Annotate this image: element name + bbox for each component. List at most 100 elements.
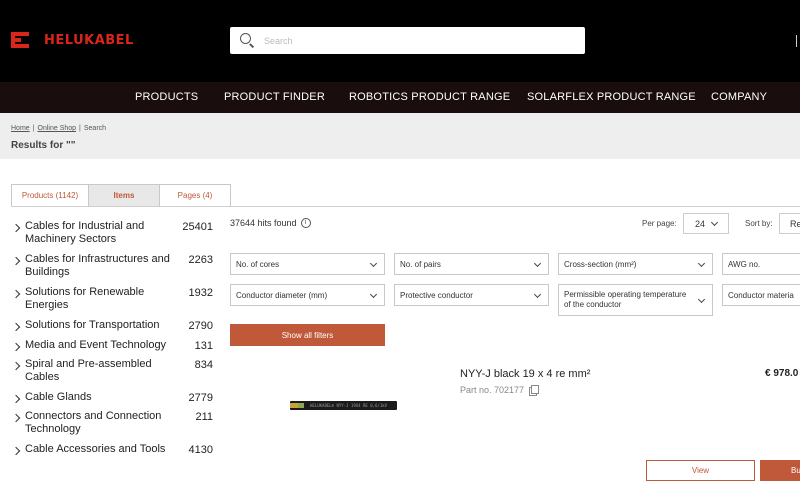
part-number: Part no. 702177 [460,385,540,396]
logo-mark-icon [11,32,29,48]
cable-core [290,403,298,408]
chevron-right-icon [11,322,25,334]
cable-core [298,403,304,408]
chevron-down-icon [533,290,542,299]
category-name: Solutions for Transportation [25,319,160,331]
filter-label: Protective conductor [400,290,473,300]
category-name: Cable Accessories and Tools [25,443,166,455]
nav-solarflex-product-range[interactable]: SOLARFLEX PRODUCT RANGE [527,91,696,103]
chevron-down-icon [533,259,542,268]
nav-company[interactable]: COMPANY [711,91,767,103]
category-item[interactable]: Cables for Industrial and Machinery Sect… [11,220,216,253]
filter-conductor-material[interactable]: Conductor materia [722,284,800,306]
main-nav: PRODUCTS PRODUCT FINDER ROBOTICS PRODUCT… [0,82,800,113]
filter-label: Conductor materia [728,290,794,300]
chevron-right-icon [11,413,25,425]
category-name: Spiral and Pre-assembled Cables [25,358,152,383]
tab-items[interactable]: Items [88,184,160,207]
search-box[interactable] [230,27,585,54]
sort-value: Re [790,218,800,229]
filter-protective-conductor[interactable]: Protective conductor [394,284,549,306]
filter-cross-section[interactable]: Cross-section (mm²) [558,253,713,275]
chevron-right-icon [11,223,25,235]
category-item[interactable]: Connectors and Connection Technology 211 [11,410,216,443]
hits-text: 37644 hits found [230,218,297,228]
category-list: Cables for Industrial and Machinery Sect… [11,220,216,462]
product-price: € 978.0 [765,368,799,379]
chevron-down-icon [369,290,378,299]
tab-products[interactable]: Products (1142) [11,184,89,207]
sort-by-label: Sort by: [745,219,773,228]
nav-products[interactable]: PRODUCTS [135,91,198,103]
breadcrumb-separator: | [32,125,35,132]
brand-name: HELUKABEL [44,32,134,48]
part-number-text: Part no. 702177 [460,385,525,395]
copy-icon[interactable] [529,385,540,396]
product-image[interactable]: HELUKABEL® NYY-J 19X4 RE 0,6/1kV [290,401,397,410]
breadcrumb-bar: Home | Online Shop | Search Results for "" [0,113,800,159]
category-count: 25401 [182,221,213,233]
category-item[interactable]: Spiral and Pre-assembled Cables 834 [11,358,216,391]
breadcrumb-separator: | [79,125,81,132]
search-input[interactable] [264,35,564,46]
category-item[interactable]: Cables for Infrastructures and Buildings… [11,253,216,286]
search-icon[interactable] [236,27,264,54]
chevron-right-icon [11,256,25,268]
filter-conductor-diameter[interactable]: Conductor diameter (mm) [230,284,385,306]
nav-robotics-product-range[interactable]: ROBOTICS PRODUCT RANGE [349,91,510,103]
chevron-right-icon [11,394,25,406]
category-count: 131 [194,340,213,352]
category-count: 4130 [188,444,213,456]
breadcrumb-online-shop[interactable]: Online Shop [38,125,77,132]
filter-label: Conductor diameter (mm) [236,290,328,300]
chevron-down-icon [369,259,378,268]
category-name: Cable Glands [25,391,92,403]
product-name[interactable]: NYY-J black 19 x 4 re mm² [460,368,590,380]
tabs-divider [11,206,800,207]
per-page-value: 24 [695,218,706,229]
category-count: 1932 [188,287,213,299]
filter-operating-temperature[interactable]: Permissible operating temperature of the… [558,284,713,316]
category-item[interactable]: Cable Glands 2779 [11,391,216,410]
chevron-right-icon [11,361,25,373]
category-count: 2779 [188,392,213,404]
info-icon[interactable]: i [300,218,311,228]
category-count: 211 [195,411,213,423]
tab-pages[interactable]: Pages (4) [159,184,231,207]
nav-product-finder[interactable]: PRODUCT FINDER [224,91,325,103]
show-all-filters-button[interactable]: Show all filters [230,324,385,346]
user-icon[interactable] [796,35,800,47]
category-count: 2263 [188,254,213,266]
category-name: Connectors and Connection Technology [25,410,162,435]
category-name: Cables for Infrastructures and Buildings [25,253,170,278]
filter-label: AWG no. [728,259,761,269]
filter-awg-no[interactable]: AWG no. [722,253,800,275]
category-item[interactable]: Media and Event Technology 131 [11,339,216,358]
filter-label: No. of cores [236,259,280,269]
breadcrumb-current: Search [83,125,107,132]
sort-select[interactable]: Re [779,213,800,234]
chevron-down-icon [710,218,719,226]
view-button[interactable]: View [646,460,755,481]
filter-label: Cross-section (mm²) [564,259,637,269]
category-item[interactable]: Solutions for Renewable Energies 1932 [11,286,216,319]
chevron-right-icon [11,289,25,301]
chevron-right-icon [11,446,25,458]
page-title: Results for "" [11,140,76,151]
category-item[interactable]: Solutions for Transportation 2790 [11,319,216,339]
breadcrumb: Home | Online Shop | Search [11,125,106,132]
category-count: 834 [194,359,213,371]
breadcrumb-home[interactable]: Home [11,125,30,132]
category-name: Solutions for Renewable Energies [25,286,145,311]
chevron-down-icon [697,259,706,268]
per-page-label: Per page: [642,219,677,228]
header: HELUKABEL [0,0,800,82]
chevron-right-icon [11,342,25,354]
buy-button[interactable]: Bu [760,460,800,481]
category-item[interactable]: Cable Accessories and Tools 4130 [11,443,216,462]
per-page-select[interactable]: 24 [683,213,729,234]
category-count: 2790 [188,320,213,332]
filter-no-of-pairs[interactable]: No. of pairs [394,253,549,275]
filter-no-of-cores[interactable]: No. of cores [230,253,385,275]
brand-logo[interactable]: HELUKABEL [11,32,134,48]
